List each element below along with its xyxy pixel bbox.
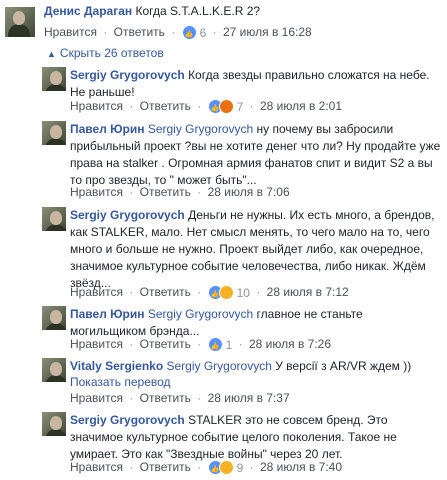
author-name[interactable]: Sergiy Grygorovych (70, 208, 185, 222)
comment-body: Павел Юрин Sergiy Grygorovych ну почему … (70, 121, 442, 189)
separator-dot: · (197, 460, 202, 474)
timestamp[interactable]: 28 июля в 7:06 (208, 185, 290, 199)
separator-dot: · (103, 25, 108, 39)
separator-dot: · (249, 460, 254, 474)
avatar[interactable] (42, 207, 66, 231)
avatar[interactable] (42, 412, 66, 436)
like-button[interactable]: Нравится (70, 185, 123, 199)
comment-body: Sergiy Grygorovych Когда звезды правильн… (70, 67, 442, 101)
like-button[interactable]: Нравится (70, 460, 123, 474)
mention-link[interactable]: Sergiy Grygorovych (167, 359, 272, 373)
separator-dot: · (171, 25, 176, 39)
comment-actions: Нравится · Ответить · 10 · 28 июля в 7:1… (70, 284, 349, 303)
translate-link-row: Показать перевод (70, 374, 171, 390)
like-button[interactable]: Нравится (70, 285, 123, 299)
reply-button[interactable]: Ответить (140, 391, 191, 405)
separator-dot: · (129, 391, 134, 405)
reactions-summary[interactable]: 7 (207, 99, 244, 117)
comment-text: Когда S.T.A.L.K.E.R 2? (135, 4, 261, 18)
mention-link[interactable]: Sergiy Grygorovych (148, 122, 253, 136)
reply-button[interactable]: Ответить (140, 285, 191, 299)
author-name[interactable]: Павел Юрин (70, 307, 144, 321)
timestamp[interactable]: 27 июля в 16:28 (223, 25, 312, 39)
reply-button[interactable]: Ответить (140, 337, 191, 351)
reactions-summary[interactable]: 9 (207, 460, 244, 478)
timestamp[interactable]: 28 июля в 2:01 (260, 99, 342, 113)
comment-body: Sergiy Grygorovych STALKER это не совсем… (70, 412, 442, 463)
separator-dot: · (212, 25, 217, 39)
separator-dot: · (129, 460, 134, 474)
separator-dot: · (256, 285, 261, 299)
separator-dot: · (129, 185, 134, 199)
hide-replies-link[interactable]: ▲ Скрыть 26 ответов (47, 46, 164, 60)
reaction-count: 10 (236, 285, 250, 300)
author-name[interactable]: Sergiy Grygorovych (70, 68, 185, 82)
reactions-summary[interactable]: 10 (207, 285, 250, 303)
separator-dot: · (238, 337, 243, 351)
reactions-summary[interactable]: 6 (181, 25, 207, 43)
separator-dot: · (197, 185, 202, 199)
separator-dot: · (197, 391, 202, 405)
reaction-count: 1 (225, 337, 233, 352)
avatar[interactable] (42, 358, 66, 382)
reply-button[interactable]: Ответить (140, 99, 191, 113)
comment-actions: Нравится · Ответить · 28 июля в 7:06 (70, 184, 290, 200)
timestamp[interactable]: 28 июля в 7:26 (249, 337, 331, 351)
separator-dot: · (197, 337, 202, 351)
separator-dot: · (249, 99, 254, 113)
like-button[interactable]: Нравится (44, 25, 97, 39)
author-name[interactable]: Павел Юрин (70, 122, 144, 136)
like-button[interactable]: Нравится (70, 337, 123, 351)
separator-dot: · (129, 99, 134, 113)
author-name[interactable]: Sergiy Grygorovych (70, 413, 185, 427)
like-button[interactable]: Нравится (70, 391, 123, 405)
comment-actions: Нравится · Ответить · 1 · 28 июля в 7:26 (70, 336, 331, 355)
timestamp[interactable]: 28 июля в 7:37 (208, 391, 290, 405)
like-button[interactable]: Нравится (70, 99, 123, 113)
angry-reaction-icon (218, 99, 234, 115)
separator-dot: · (197, 99, 202, 113)
separator-dot: · (129, 337, 134, 351)
comment-actions: Нравится · Ответить · 9 · 28 июля в 7:40 (70, 459, 342, 478)
comment-actions: Нравится · Ответить · 6 · 27 июля в 16:2… (44, 24, 312, 43)
timestamp[interactable]: 28 июля в 7:40 (260, 460, 342, 474)
avatar[interactable] (42, 306, 66, 330)
reaction-count: 7 (236, 99, 244, 114)
comment-body: Павел Юрин Sergiy Grygorovych главное не… (70, 306, 442, 340)
mention-link[interactable]: Sergiy Grygorovych (148, 307, 253, 321)
reaction-count: 9 (236, 460, 244, 475)
comment-text: У версії з AR/VR ждем )) (275, 359, 412, 373)
sad-reaction-icon (218, 460, 234, 476)
comment-actions: Нравится · Ответить · 28 июля в 7:37 (70, 390, 290, 406)
like-reaction-icon (207, 337, 223, 355)
reply-button[interactable]: Ответить (140, 460, 191, 474)
reaction-count: 6 (199, 25, 207, 40)
reactions-summary[interactable]: 1 (207, 337, 233, 355)
comment-body: Sergiy Grygorovych Деньги не нужны. Их е… (70, 207, 442, 292)
comment-body: Денис Дараган Когда S.T.A.L.K.E.R 2? (44, 3, 444, 20)
chevron-up-icon: ▲ (47, 49, 56, 59)
separator-dot: · (197, 285, 202, 299)
comment-body: Vitaly Sergienko Sergiy Grygorovych У ве… (70, 358, 442, 375)
reply-button[interactable]: Ответить (140, 185, 191, 199)
separator-dot: · (129, 285, 134, 299)
avatar[interactable] (5, 7, 35, 37)
avatar[interactable] (42, 67, 66, 91)
like-reaction-icon (181, 25, 197, 43)
haha-reaction-icon (218, 285, 234, 301)
timestamp[interactable]: 28 июля в 7:12 (267, 285, 349, 299)
show-translation-link[interactable]: Показать перевод (70, 375, 171, 389)
hide-replies-label: Скрыть 26 ответов (59, 46, 164, 60)
comment-actions: Нравится · Ответить · 7 · 28 июля в 2:01 (70, 98, 342, 117)
author-name[interactable]: Vitaly Sergienko (70, 359, 163, 373)
author-name[interactable]: Денис Дараган (44, 4, 132, 18)
avatar[interactable] (42, 121, 66, 145)
reply-button[interactable]: Ответить (114, 25, 165, 39)
